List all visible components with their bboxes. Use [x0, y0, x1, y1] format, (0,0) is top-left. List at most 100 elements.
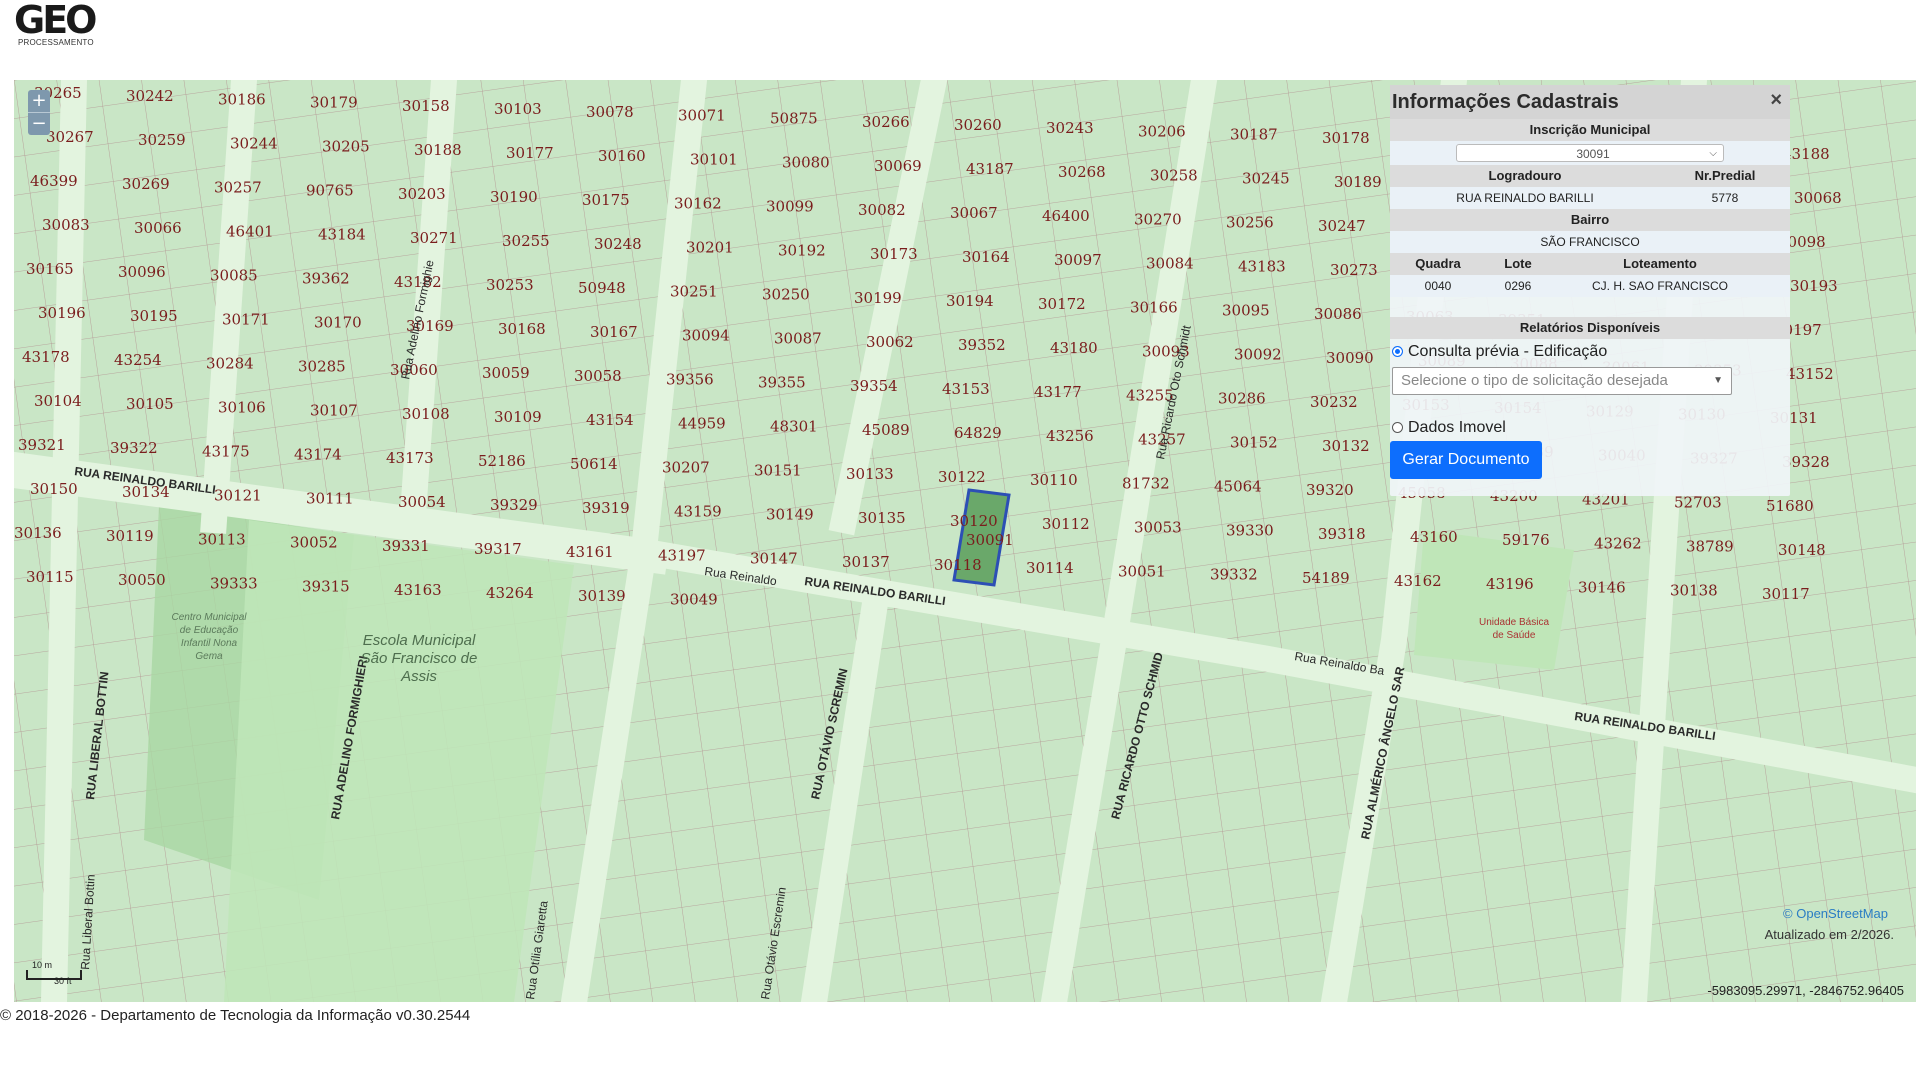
lot-number[interactable]: 54189 — [1302, 569, 1350, 587]
lot-number[interactable]: 43264 — [486, 584, 534, 602]
lot-number[interactable]: 30205 — [322, 138, 370, 156]
lot-number[interactable]: 30122 — [938, 468, 986, 486]
lot-number[interactable]: 30147 — [750, 550, 798, 568]
lot-number[interactable]: 44959 — [678, 414, 726, 432]
lot-number[interactable]: 30178 — [1322, 129, 1370, 147]
lot-number[interactable]: 30175 — [582, 191, 630, 209]
lot-number[interactable]: 39318 — [1318, 525, 1366, 543]
lot-number[interactable]: 30273 — [1330, 261, 1378, 279]
lot-number[interactable]: 30051 — [1118, 562, 1166, 580]
lot-number[interactable]: 30146 — [1578, 578, 1626, 596]
lot-number[interactable]: 30121 — [214, 486, 262, 504]
lot-number[interactable]: 30082 — [858, 201, 906, 219]
lot-number[interactable]: 30250 — [762, 286, 810, 304]
lot-number[interactable]: 90765 — [306, 182, 354, 200]
lot-number[interactable]: 30135 — [858, 509, 906, 527]
lot-number[interactable]: 43196 — [1486, 575, 1534, 593]
inscricao-select[interactable]: 30091 ⌵ — [1456, 144, 1724, 162]
lot-number[interactable]: 81732 — [1122, 474, 1170, 492]
lot-number[interactable]: 30167 — [590, 323, 638, 341]
lot-number[interactable]: 45089 — [862, 421, 910, 439]
lot-number[interactable]: 39319 — [582, 499, 630, 517]
lot-number[interactable]: 30168 — [498, 320, 546, 338]
lot-number[interactable]: 30244 — [230, 134, 278, 152]
lot-number[interactable]: 30109 — [494, 408, 542, 426]
lot-number[interactable]: 43173 — [386, 449, 434, 467]
lot-number[interactable]: 30193 — [1790, 277, 1838, 295]
lot-number[interactable]: 30112 — [1042, 515, 1090, 533]
lot-number[interactable]: 30137 — [842, 553, 890, 571]
lot-number[interactable]: 30099 — [766, 198, 814, 216]
lot-number[interactable]: 30117 — [1762, 585, 1810, 603]
lot-number[interactable]: 39354 — [850, 377, 898, 395]
lot-number[interactable]: 39332 — [1210, 566, 1258, 584]
lot-number[interactable]: 30133 — [846, 465, 894, 483]
lot-number[interactable]: 30248 — [594, 235, 642, 253]
lot-number[interactable]: 39333 — [210, 574, 258, 592]
lot-number[interactable]: 52703 — [1674, 494, 1722, 512]
lot-number[interactable]: 30186 — [218, 90, 266, 108]
lot-number[interactable]: 30195 — [130, 307, 178, 325]
lot-number[interactable]: 30160 — [598, 147, 646, 165]
lot-number[interactable]: 39362 — [302, 270, 350, 288]
lot-number[interactable]: 30173 — [870, 245, 918, 263]
lot-number[interactable]: 30271 — [410, 229, 458, 247]
lot-number[interactable]: 30108 — [402, 405, 450, 423]
lot-number[interactable]: 38789 — [1686, 538, 1734, 556]
lot-number[interactable]: 30136 — [14, 524, 62, 542]
lot-number[interactable]: 51680 — [1766, 497, 1814, 515]
lot-number[interactable]: 30285 — [298, 358, 346, 376]
radio-consulta-previa[interactable] — [1392, 346, 1403, 357]
lot-number[interactable]: 45064 — [1214, 478, 1262, 496]
zoom-out-button[interactable]: − — [28, 112, 50, 135]
lot-number[interactable]: 59176 — [1502, 531, 1550, 549]
lot-number[interactable]: 39355 — [758, 374, 806, 392]
lot-number[interactable]: 39320 — [1306, 481, 1354, 499]
lot-number[interactable]: 39329 — [490, 496, 538, 514]
lot-number[interactable]: 30068 — [1794, 189, 1842, 207]
lot-number[interactable]: 30138 — [1670, 582, 1718, 600]
lot-number[interactable]: 43152 — [1786, 365, 1834, 383]
lot-number[interactable]: 30164 — [962, 248, 1010, 266]
lot-number[interactable]: 39331 — [382, 537, 430, 555]
lot-number[interactable]: 30194 — [946, 292, 994, 310]
lot-number[interactable]: 30094 — [682, 326, 730, 344]
lot-number[interactable]: 30257 — [214, 178, 262, 196]
lot-number[interactable]: 30096 — [118, 263, 166, 281]
lot-number[interactable]: 43153 — [942, 380, 990, 398]
lot-number[interactable]: 43256 — [1046, 427, 1094, 445]
lot-number[interactable]: 30120 — [950, 512, 998, 530]
lot-number[interactable]: 50614 — [570, 455, 618, 473]
lot-number[interactable]: 30052 — [290, 534, 338, 552]
lot-number[interactable]: 30152 — [1230, 434, 1278, 452]
lot-number[interactable]: 30267 — [46, 128, 94, 146]
lot-number[interactable]: 43175 — [202, 442, 250, 460]
lot-number[interactable]: 30066 — [134, 219, 182, 237]
lot-number[interactable]: 30258 — [1150, 166, 1198, 184]
lot-number[interactable]: 30050 — [118, 571, 166, 589]
lot-number[interactable]: 43163 — [394, 581, 442, 599]
lot-number[interactable]: 30165 — [26, 260, 74, 278]
lot-number[interactable]: 30255 — [502, 232, 550, 250]
lot-number[interactable]: 30203 — [398, 185, 446, 203]
lot-number[interactable]: 30268 — [1058, 163, 1106, 181]
lot-number[interactable]: 30201 — [686, 238, 734, 256]
lot-number[interactable]: 50875 — [770, 110, 818, 128]
lot-number[interactable]: 30158 — [402, 97, 450, 115]
lot-number[interactable]: 30113 — [198, 530, 246, 548]
radio-dados-imovel[interactable] — [1392, 422, 1403, 433]
lot-number[interactable]: 30247 — [1318, 217, 1366, 235]
lot-number[interactable]: 30162 — [674, 194, 722, 212]
lot-number[interactable]: 30189 — [1334, 173, 1382, 191]
lot-number[interactable]: 30177 — [506, 144, 554, 162]
lot-number[interactable]: 30286 — [1218, 390, 1266, 408]
lot-number[interactable]: 30071 — [678, 106, 726, 124]
lot-number[interactable]: 30054 — [398, 493, 446, 511]
lot-number[interactable]: 30179 — [310, 94, 358, 112]
lot-number[interactable]: 30266 — [862, 113, 910, 131]
lot-number[interactable]: 30242 — [126, 87, 174, 105]
lot-number[interactable]: 30148 — [1778, 541, 1826, 559]
lot-number[interactable]: 30207 — [662, 458, 710, 476]
lot-number[interactable]: 30243 — [1046, 119, 1094, 137]
lot-number[interactable]: 39317 — [474, 540, 522, 558]
